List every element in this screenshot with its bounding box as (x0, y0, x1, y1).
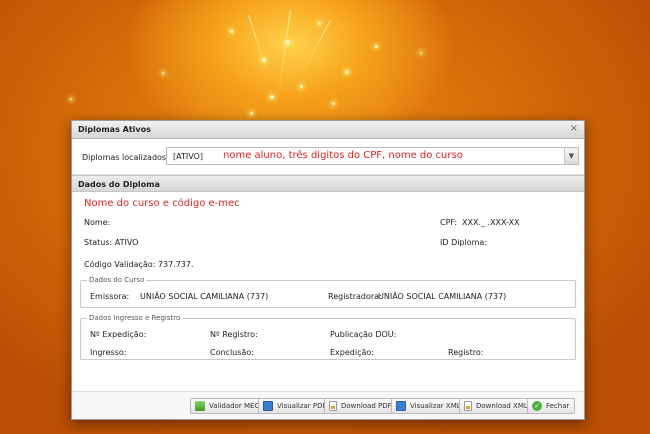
diplomas-dialog: Diplomas Ativos × Diplomas localizados: … (71, 120, 585, 420)
fechar-button[interactable]: ✓ Fechar (527, 398, 576, 414)
diploma-details: Nome do curso e código e-mec Nome: CPF: … (72, 192, 584, 392)
mec-icon (195, 401, 205, 411)
download-pdf-label: Download PDF (341, 402, 392, 410)
cpf-label: CPF: (440, 218, 458, 227)
validador-mec-button[interactable]: Validador MEC (190, 398, 266, 414)
course-title: Nome do curso e código e-mec (84, 198, 240, 209)
dialog-title: Diplomas Ativos (78, 125, 151, 134)
publicacao-dou-label: Publicação DOU: (330, 330, 397, 339)
visualizar-pdf-label: Visualizar PDF (277, 402, 327, 410)
registro-no-label: Nº Registro: (210, 330, 258, 339)
validation-code: Código Validação: 737.737. (84, 260, 194, 269)
dados-curso-legend: Dados do Curso (89, 276, 145, 284)
emissora-label: Emissora: (90, 292, 130, 301)
registro-label: Registro: (448, 348, 484, 357)
visualizar-pdf-button[interactable]: Visualizar PDF (258, 398, 333, 414)
download-xml-button[interactable]: Download XML (459, 398, 534, 414)
xml-icon (396, 401, 406, 411)
registradora-label: Registradora: (328, 292, 382, 301)
id-diploma-label: ID Diploma: (440, 238, 488, 247)
expedicao-label: Expedição: (330, 348, 374, 357)
validador-mec-label: Validador MEC (209, 402, 260, 410)
diplomas-localizados-label: Diplomas localizados: (82, 153, 169, 162)
ingresso-label: Ingresso: (90, 348, 127, 357)
visualizar-xml-button[interactable]: Visualizar XML (391, 398, 467, 414)
section-header-dados-diploma: Dados do Diploma (72, 175, 584, 192)
download-icon (329, 401, 337, 411)
pdf-icon (263, 401, 273, 411)
chevron-down-icon[interactable]: ▼ (564, 148, 578, 164)
diploma-select-value: [ATIVO] (173, 152, 203, 161)
diploma-locator: Diplomas localizados: [ATIVO] nome aluno… (72, 139, 584, 175)
expedicao-no-label: Nº Expedição: (90, 330, 147, 339)
dados-ingresso-box: Dados Ingresso e Registro (80, 314, 576, 360)
registradora-value: UNIÃO SOCIAL CAMILIANA (737) (378, 292, 507, 301)
nome-label: Nome: (84, 218, 111, 227)
dialog-footer: Validador MEC Visualizar PDF Download PD… (72, 391, 584, 419)
dados-ingresso-legend: Dados Ingresso e Registro (89, 314, 181, 322)
download-icon (464, 401, 472, 411)
download-pdf-button[interactable]: Download PDF (324, 398, 398, 414)
emissora-value: UNIÃO SOCIAL CAMILIANA (737) (140, 292, 269, 301)
ok-icon: ✓ (532, 401, 542, 411)
diploma-select[interactable]: [ATIVO] nome aluno, três digitos do CPF,… (166, 147, 579, 165)
conclusao-label: Conclusão: (210, 348, 254, 357)
close-icon[interactable]: × (570, 123, 578, 134)
diploma-select-hint: nome aluno, três digitos do CPF, nome do… (223, 150, 463, 161)
dialog-titlebar: Diplomas Ativos × (72, 121, 584, 139)
status-text: Status: ATIVO (84, 238, 139, 247)
fechar-label: Fechar (546, 402, 570, 410)
download-xml-label: Download XML (476, 402, 528, 410)
cpf-value: XXX._ .XXX-XX (462, 218, 520, 227)
visualizar-xml-label: Visualizar XML (410, 402, 461, 410)
